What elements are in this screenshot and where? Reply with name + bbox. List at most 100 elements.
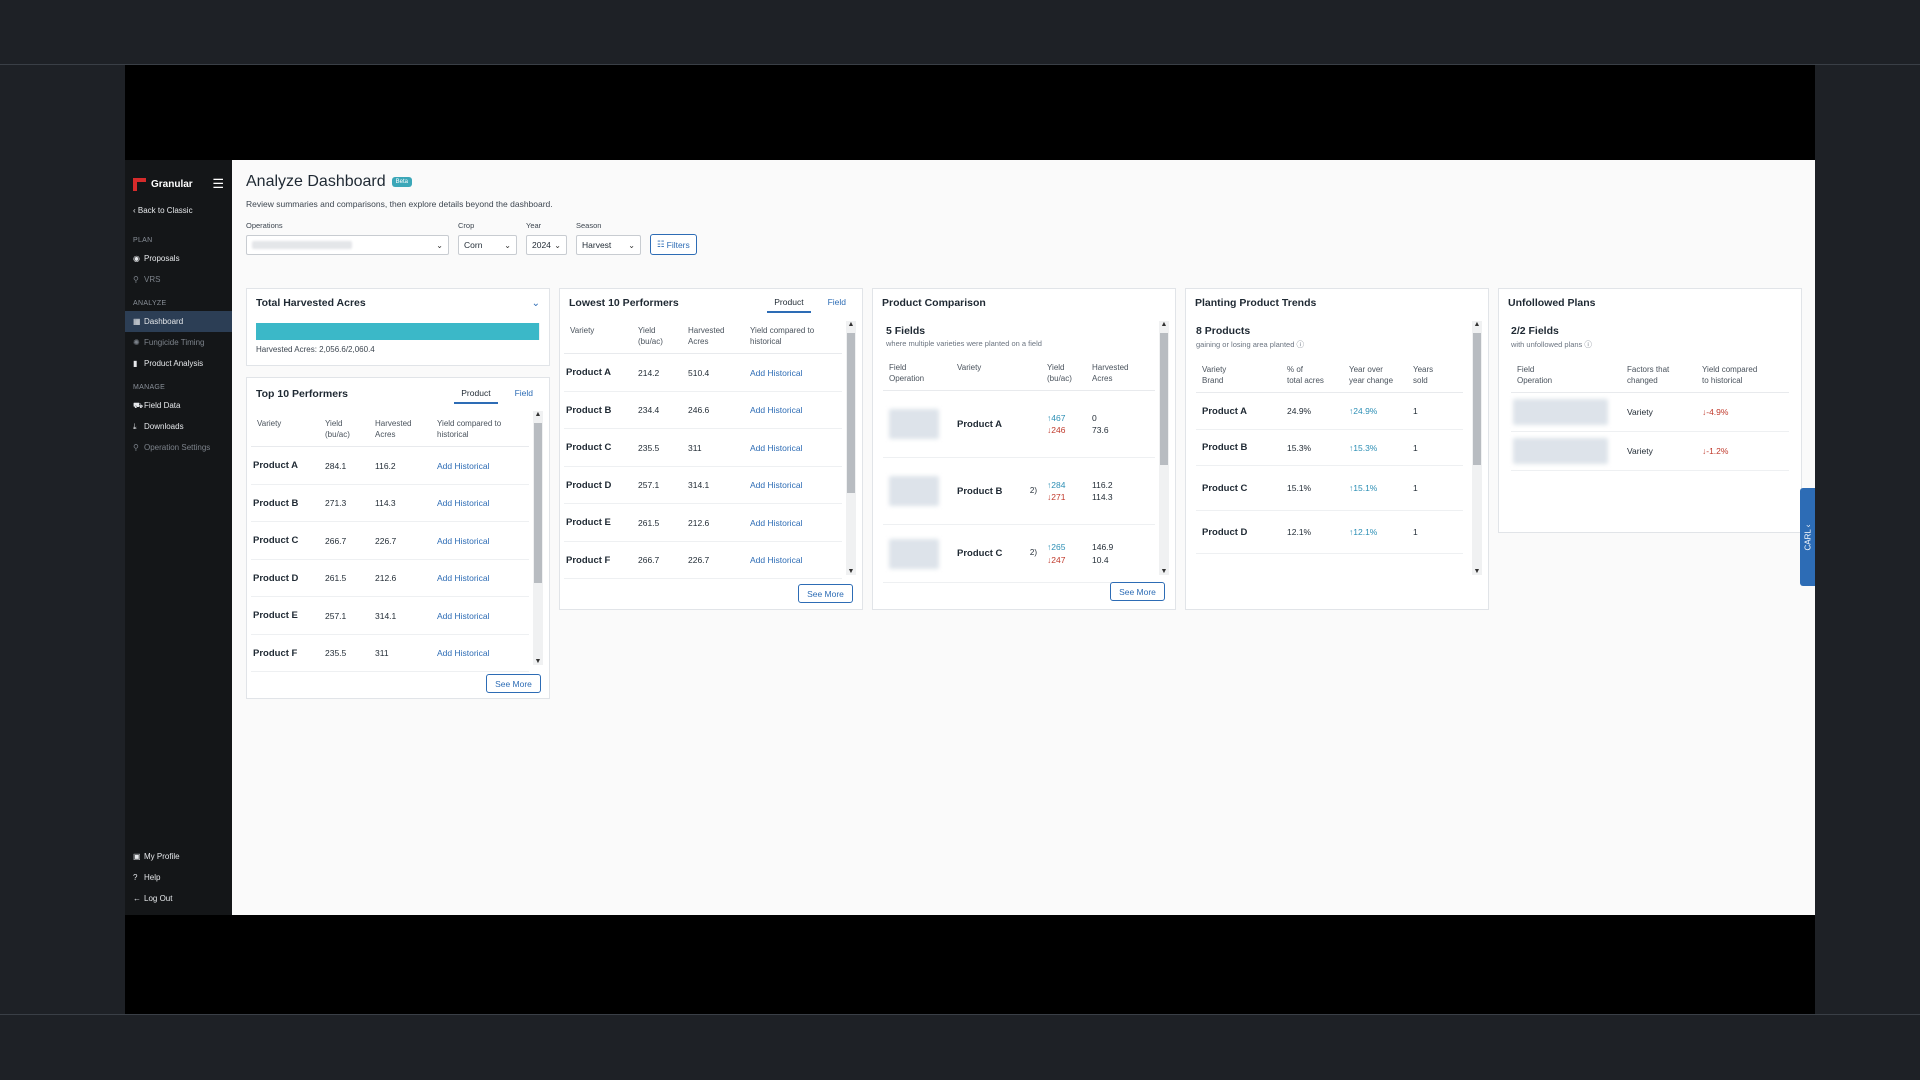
add-historical-link[interactable]: Add Historical <box>744 405 834 415</box>
sidebar-item-field-data[interactable]: ⛟ Field Data <box>125 395 232 416</box>
see-more-button[interactable]: See More <box>486 674 541 693</box>
scroll-up-icon[interactable]: ▲ <box>533 411 543 418</box>
sidebar-item-log-out[interactable]: ← Log Out <box>125 888 232 909</box>
acres-progress-track <box>256 323 540 340</box>
scrollbar[interactable]: ▲ ▼ <box>846 321 856 575</box>
scroll-thumb[interactable] <box>1473 333 1481 465</box>
table-row[interactable]: Product C 235.5 311 Add Historical <box>564 429 842 467</box>
sidebar-item-dashboard[interactable]: ▦ Dashboard <box>125 311 232 332</box>
sidebar-item-my-profile[interactable]: ▣ My Profile <box>125 846 232 867</box>
table-row[interactable]: Variety ↓-1.2% <box>1511 432 1789 472</box>
column-header: Yield (bu/ac) <box>1047 363 1072 384</box>
pct-total-acres: 15.3% <box>1287 442 1312 453</box>
granular-logo-icon <box>133 177 146 191</box>
scroll-down-icon[interactable]: ▼ <box>533 658 543 665</box>
table-row[interactable]: Product A 284.1 116.2 Add Historical <box>251 447 529 485</box>
variety-name: Product B <box>566 404 612 416</box>
tab-product[interactable]: Product <box>767 293 811 313</box>
yield-down-value: 247 <box>1051 554 1066 565</box>
add-historical-link[interactable]: Add Historical <box>744 443 834 453</box>
chevron-down-icon[interactable]: ⌄ <box>532 298 540 309</box>
table-row[interactable]: Product B 271.3 114.3 Add Historical <box>251 485 529 523</box>
factor-changed: Variety <box>1627 407 1653 418</box>
add-historical-link[interactable]: Add Historical <box>744 555 834 565</box>
spray-icon: ✺ <box>133 338 140 347</box>
scrollbar[interactable]: ▲ ▼ <box>533 411 543 665</box>
table-row[interactable]: Product A 214.2 510.4 Add Historical <box>564 354 842 392</box>
table-row[interactable]: Product C 266.7 226.7 Add Historical <box>251 522 529 560</box>
yield-up-value: 284 <box>1051 479 1066 490</box>
see-more-button[interactable]: See More <box>1110 582 1165 601</box>
redacted-block <box>1513 399 1608 426</box>
yield-cell: ↑265 ↓247 <box>1041 541 1086 567</box>
add-historical-link[interactable]: Add Historical <box>431 536 521 546</box>
add-historical-link[interactable]: Add Historical <box>431 498 521 508</box>
scroll-thumb[interactable] <box>534 423 542 583</box>
card-title: Top 10 Performers <box>256 388 349 400</box>
scroll-thumb[interactable] <box>847 333 855 493</box>
table-row[interactable]: Product C 2) ↑265 ↓247 146.9 10.4 <box>883 525 1155 584</box>
menu-toggle-icon[interactable]: ☰ <box>212 176 224 192</box>
sidebar-item-fungicide-timing[interactable]: ✺ Fungicide Timing <box>125 332 232 353</box>
yield-change: ↓-1.2% <box>1696 446 1786 456</box>
column-header: Variety <box>570 326 595 335</box>
sidebar-item-vrs[interactable]: ⚲ VRS <box>125 269 232 290</box>
table-row[interactable]: Variety ↓-4.9% <box>1511 393 1789 433</box>
filters-button[interactable]: ☷ Filters <box>650 234 697 255</box>
sidebar-item-proposals[interactable]: ◉ Proposals <box>125 248 232 269</box>
table-row[interactable]: Product A 24.9% ↑24.9% 1 <box>1196 393 1463 431</box>
tab-field[interactable]: Field <box>508 384 540 404</box>
add-historical-link[interactable]: Add Historical <box>744 368 834 378</box>
table-row[interactable]: Product B 15.3% ↑15.3% 1 <box>1196 430 1463 467</box>
scroll-down-icon[interactable]: ▼ <box>1159 568 1169 575</box>
variety-name: Product A <box>566 367 612 379</box>
beta-badge: Beta <box>391 176 412 187</box>
add-historical-link[interactable]: Add Historical <box>744 480 834 490</box>
yield-value: 261.5 <box>325 573 347 584</box>
tab-field[interactable]: Field <box>821 293 853 313</box>
table-row[interactable]: Product C 15.1% ↑15.1% 1 <box>1196 466 1463 512</box>
scroll-up-icon[interactable]: ▲ <box>1159 321 1169 328</box>
table-row[interactable]: Product B 234.4 246.6 Add Historical <box>564 392 842 430</box>
add-historical-link[interactable]: Add Historical <box>744 518 834 528</box>
table-row[interactable]: Product A ↑467 ↓246 0 73.6 <box>883 391 1155 459</box>
scroll-up-icon[interactable]: ▲ <box>1472 321 1482 328</box>
scroll-thumb[interactable] <box>1160 333 1168 465</box>
table-row[interactable]: Product D 257.1 314.1 Add Historical <box>564 467 842 505</box>
scrollbar[interactable]: ▲ ▼ <box>1472 321 1482 575</box>
scrollbar[interactable]: ▲ ▼ <box>1159 321 1169 575</box>
year-select[interactable]: 2024 ⌄ <box>526 235 567 255</box>
add-historical-link[interactable]: Add Historical <box>431 461 521 471</box>
add-historical-link[interactable]: Add Historical <box>431 611 521 621</box>
page-subtitle: Review summaries and comparisons, then e… <box>246 199 553 209</box>
add-historical-link[interactable]: Add Historical <box>431 573 521 583</box>
see-more-button[interactable]: See More <box>798 584 853 603</box>
table-row[interactable]: Product D 261.5 212.6 Add Historical <box>251 560 529 598</box>
scroll-down-icon[interactable]: ▼ <box>1472 568 1482 575</box>
carl-assistant-tab[interactable]: CARL ‹ <box>1800 488 1815 586</box>
operations-select[interactable]: ⌄ <box>246 235 449 255</box>
variety-name: Product C <box>1202 482 1248 494</box>
table-row[interactable]: Product E 261.5 212.6 Add Historical <box>564 504 842 542</box>
table-row[interactable]: Product F 266.7 226.7 Add Historical <box>564 542 842 580</box>
table-row[interactable]: Product D 12.1% ↑12.1% 1 <box>1196 511 1463 555</box>
add-historical-link[interactable]: Add Historical <box>431 648 521 658</box>
season-select[interactable]: Harvest ⌄ <box>576 235 641 255</box>
sidebar-item-operation-settings[interactable]: ⚲ Operation Settings <box>125 437 232 458</box>
table-header: Field Operation Variety Yield (bu/ac) Harve… <box>883 354 1155 392</box>
column-header: Yield (bu/ac) <box>638 326 663 347</box>
tab-product[interactable]: Product <box>454 384 498 404</box>
table-row[interactable]: Product E 257.1 314.1 Add Historical <box>251 597 529 635</box>
crop-select[interactable]: Corn ⌄ <box>458 235 517 255</box>
scroll-up-icon[interactable]: ▲ <box>846 321 856 328</box>
back-to-classic-link[interactable]: ‹ Back to Classic <box>125 202 232 219</box>
scroll-down-icon[interactable]: ▼ <box>846 568 856 575</box>
table-row[interactable]: Product B 2) ↑284 ↓271 116.2 114.3 <box>883 458 1155 526</box>
sidebar-item-help[interactable]: ? Help <box>125 867 232 888</box>
info-icon[interactable]: ⓘ <box>1584 340 1592 349</box>
table-row[interactable]: Product F 235.5 311 Add Historical <box>251 635 529 673</box>
sidebar-item-product-analysis[interactable]: ▮ Product Analysis <box>125 353 232 374</box>
info-icon[interactable]: ⓘ <box>1297 340 1305 349</box>
sidebar-item-downloads[interactable]: ⤓ Downloads <box>125 416 232 437</box>
sidebar-item-label: Product Analysis <box>144 359 204 368</box>
